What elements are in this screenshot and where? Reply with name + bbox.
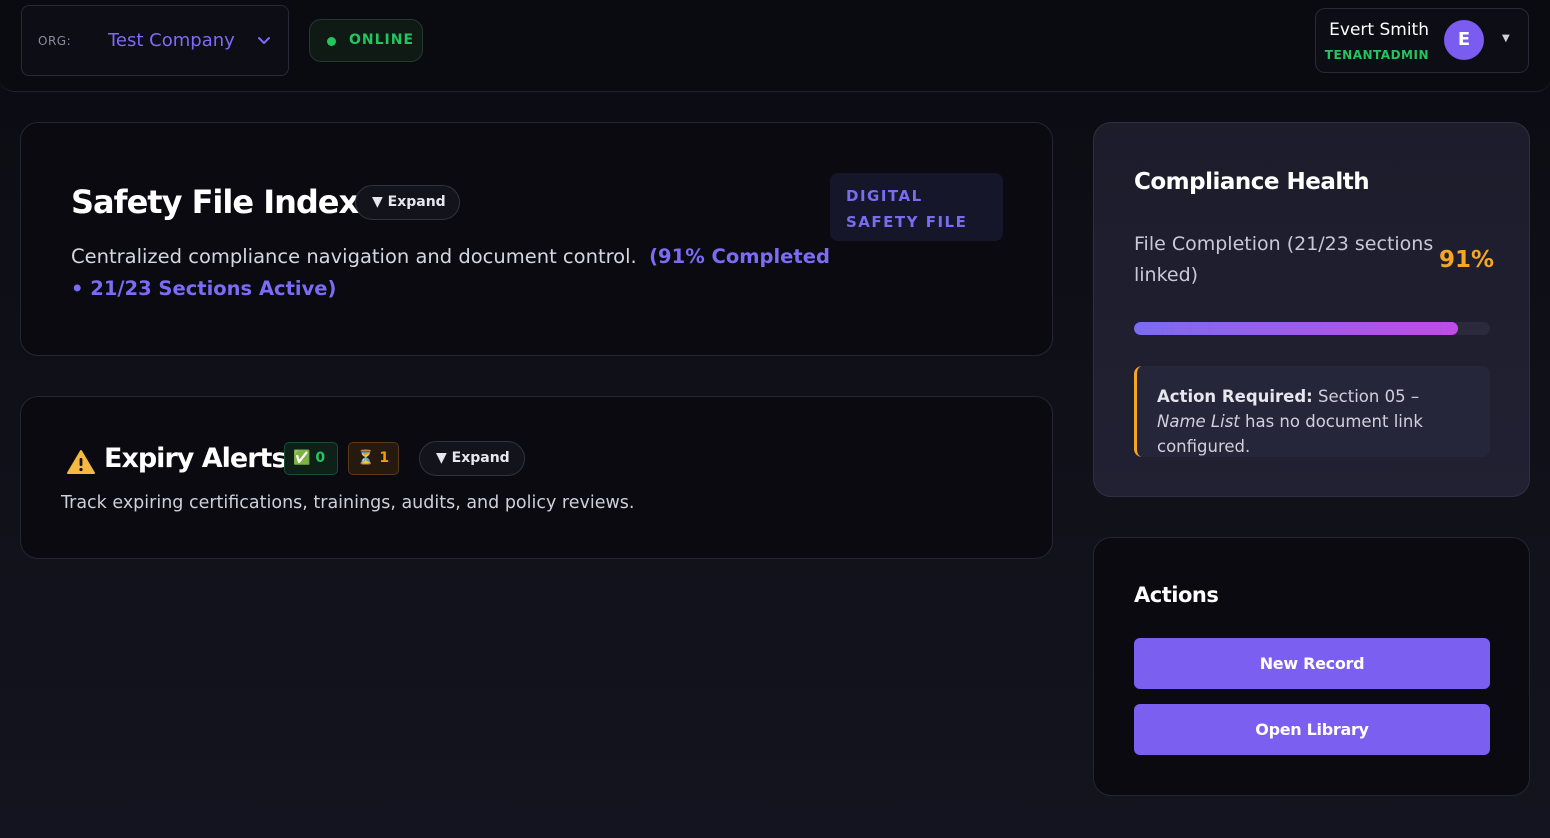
actions-title: Actions bbox=[1134, 583, 1219, 607]
status-dot-icon bbox=[327, 37, 336, 46]
completion-percent: 91% bbox=[1439, 247, 1495, 273]
completion-progress-fill bbox=[1134, 322, 1458, 335]
page-title: Safety File Index bbox=[71, 183, 359, 221]
chevron-down-icon[interactable] bbox=[256, 30, 272, 50]
expiry-expand-button[interactable]: ▼ Expand bbox=[419, 441, 525, 476]
hourglass-icon: ⏳ bbox=[357, 450, 375, 466]
avatar[interactable]: E bbox=[1444, 20, 1484, 60]
compliance-health-card: Compliance Health File Completion (21/23… bbox=[1093, 122, 1530, 497]
pending-count-badge[interactable]: ⏳ 1 bbox=[348, 442, 399, 475]
action-section-name: Name List bbox=[1157, 412, 1240, 431]
actions-card: Actions New Record Open Library bbox=[1093, 537, 1530, 796]
status-text: ONLINE bbox=[349, 32, 415, 48]
safety-description: Centralized compliance navigation and do… bbox=[71, 241, 831, 305]
badge-line-1: DIGITAL bbox=[846, 187, 923, 205]
expiry-alerts-title: Expiry Alerts bbox=[104, 443, 288, 474]
safety-description-text: Centralized compliance navigation and do… bbox=[71, 245, 637, 268]
action-required-alert: Action Required: Section 05 – Name List … bbox=[1134, 366, 1490, 457]
org-name[interactable]: Test Company bbox=[108, 30, 235, 51]
action-text-prefix: Section 05 – bbox=[1312, 387, 1420, 406]
safety-expand-button[interactable]: ▼ Expand bbox=[355, 185, 460, 220]
valid-count-badge[interactable]: ✅ 0 bbox=[284, 442, 338, 475]
completion-progress-bar bbox=[1134, 322, 1490, 335]
digital-safety-file-badge: DIGITAL SAFETY FILE bbox=[830, 173, 1003, 241]
status-badge: ONLINE bbox=[309, 19, 423, 62]
user-role: TENANTADMIN bbox=[1324, 48, 1429, 62]
expiry-description: Track expiring certifications, trainings… bbox=[61, 493, 635, 513]
pending-count: 1 bbox=[379, 450, 390, 466]
warning-icon bbox=[67, 450, 95, 474]
badge-line-2: SAFETY FILE bbox=[846, 213, 968, 231]
valid-count: 0 bbox=[315, 450, 326, 466]
expiry-alerts-card: Expiry Alerts ✅ 0 ⏳ 1 ▼ Expand Track exp… bbox=[20, 396, 1053, 559]
open-library-button[interactable]: Open Library bbox=[1134, 704, 1490, 755]
compliance-health-title: Compliance Health bbox=[1134, 169, 1370, 195]
user-name: Evert Smith bbox=[1329, 20, 1429, 40]
safety-file-card: Safety File Index ▼ Expand Centralized c… bbox=[20, 122, 1053, 356]
action-required-label: Action Required: bbox=[1157, 387, 1313, 406]
top-bar: ORG: Test Company ONLINE Evert Smith TEN… bbox=[0, 0, 1550, 92]
check-box-icon: ✅ bbox=[293, 450, 311, 466]
new-record-button[interactable]: New Record bbox=[1134, 638, 1490, 689]
caret-down-icon[interactable]: ▼ bbox=[1502, 33, 1510, 44]
org-label: ORG: bbox=[38, 34, 72, 48]
user-menu[interactable]: Evert Smith TENANTADMIN E ▼ bbox=[1315, 8, 1529, 73]
org-selector[interactable]: ORG: Test Company bbox=[21, 5, 289, 76]
file-completion-label: File Completion (21/23 sections linked) bbox=[1134, 233, 1434, 286]
